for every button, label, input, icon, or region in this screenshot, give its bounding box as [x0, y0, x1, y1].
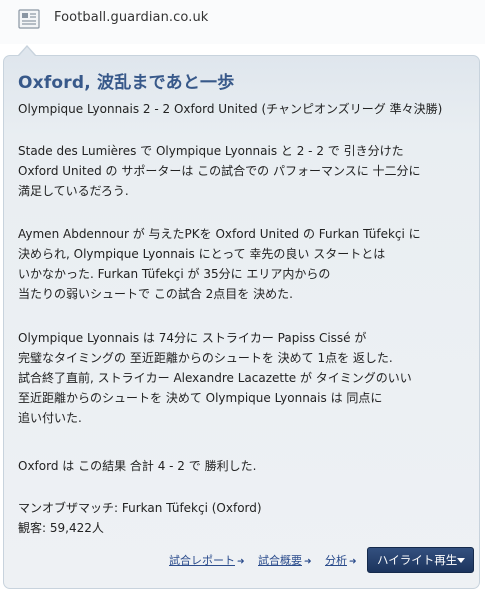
text-line: Stade des Lumières で Olympique Lyonnais …	[18, 144, 404, 158]
text-line: 満足しているだろう.	[18, 184, 129, 198]
article-paragraph-intro: Stade des Lumières で Olympique Lyonnais …	[18, 141, 478, 201]
man-of-the-match: マンオブザマッチ: Furkan Tüfekçi (Oxford)	[18, 501, 262, 515]
match-result-line: Olympique Lyonnais 2 - 2 Oxford United (…	[18, 102, 443, 116]
text-line: いかなかった. Furkan Tüfekçi が 35分に エリア内からの	[18, 267, 331, 281]
article-paragraph-first-half: Aymen Abdennour が 与えたPKを Oxford United の…	[18, 224, 478, 304]
caret-down-icon[interactable]	[457, 558, 465, 563]
analysis-link-label: 分析	[325, 554, 347, 567]
text-line: Olympique Lyonnais は 74分に ストライカー Papiss …	[18, 331, 367, 345]
arrow-right-icon: ➜	[237, 557, 245, 567]
play-highlights-button[interactable]: ハイライト再生	[367, 547, 474, 573]
news-source-name: Football.guardian.co.uk	[54, 10, 209, 25]
match-summary-link[interactable]: 試合概要 ➜	[258, 552, 312, 568]
article-headline: Oxford, 波乱まであと一歩	[18, 73, 235, 93]
arrow-right-icon: ➜	[304, 557, 312, 567]
arrow-right-icon: ➜	[349, 557, 357, 567]
text-line: 試合終了直前, ストライカー Alexandre Lacazette が タイミ…	[18, 371, 412, 385]
text-line: Aymen Abdennour が 与えたPKを Oxford United の…	[18, 227, 421, 241]
newspaper-icon	[18, 9, 40, 29]
text-line: 至近距離からのシュートを 決めて Olympique Lyonnais は 同点…	[18, 391, 383, 405]
article-paragraph-second-half: Olympique Lyonnais は 74分に ストライカー Papiss …	[18, 328, 478, 428]
match-report-link[interactable]: 試合レポート ➜	[169, 552, 245, 568]
text-line: 完璧なタイミングの 至近距離からのシュートを 決めて 1点を 返した.	[18, 351, 393, 365]
news-source-bar: Football.guardian.co.uk	[0, 0, 485, 44]
attendance: 観客: 59,422人	[18, 521, 104, 535]
text-line: 当たりの弱いシュートで この試合 2点目を 決めた.	[18, 287, 293, 301]
analysis-link[interactable]: 分析 ➜	[325, 552, 357, 568]
match-report-link-label: 試合レポート	[169, 554, 235, 567]
text-line: 追い付いた.	[18, 411, 82, 425]
match-summary-link-label: 試合概要	[258, 554, 302, 567]
text-line: 決められ, Olympique Lyonnais にとって 幸先の良い スタート…	[18, 247, 386, 261]
text-line: Oxford は この結果 合計 4 - 2 で 勝利した.	[18, 459, 257, 473]
panel-pointer-fill	[19, 47, 35, 56]
article-match-details: マンオブザマッチ: Furkan Tüfekçi (Oxford) 観客: 59…	[18, 498, 478, 538]
text-line: Oxford United の サポーターは この試合での パフォーマンスに 十…	[18, 164, 421, 178]
play-highlights-label: ハイライト再生	[377, 553, 458, 567]
article-paragraph-aggregate: Oxford は この結果 合計 4 - 2 で 勝利した.	[18, 456, 478, 476]
